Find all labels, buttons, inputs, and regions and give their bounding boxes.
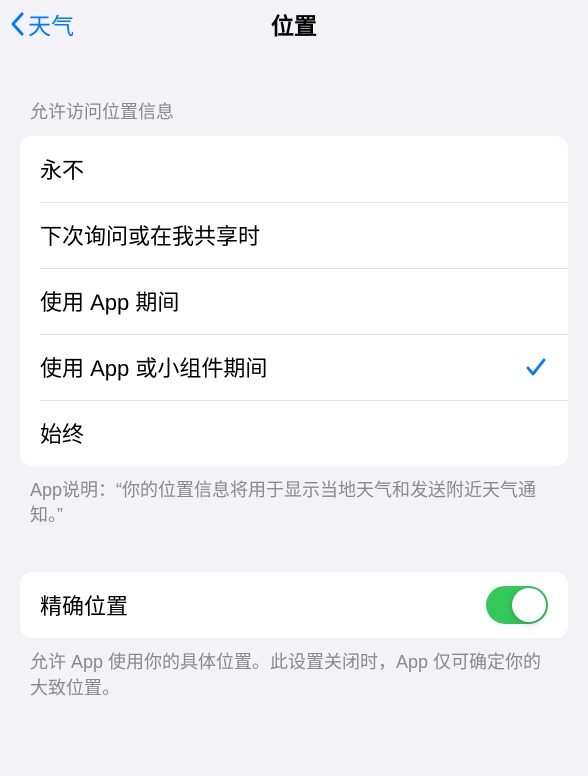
option-while-using-app[interactable]: 使用 App 期间 — [20, 268, 568, 334]
back-label: 天气 — [28, 7, 74, 41]
switch-knob — [512, 588, 546, 622]
precise-location-section: 精确位置 — [20, 572, 568, 638]
section-footer-precise-location: 允许 App 使用你的具体位置。此设置关闭时，App 仅可确定你的大致位置。 — [20, 638, 568, 700]
option-while-using-app-or-widgets[interactable]: 使用 App 或小组件期间 — [20, 334, 568, 400]
option-label: 使用 App 或小组件期间 — [40, 351, 267, 383]
option-label: 永不 — [40, 153, 84, 185]
option-never[interactable]: 永不 — [20, 136, 568, 202]
precise-location-row: 精确位置 — [20, 572, 568, 638]
option-ask-next-time[interactable]: 下次询问或在我共享时 — [20, 202, 568, 268]
option-label: 下次询问或在我共享时 — [40, 219, 260, 251]
option-always[interactable]: 始终 — [20, 400, 568, 466]
section-footer-app-description: App说明：“你的位置信息将用于显示当地天气和发送附近天气通知。” — [20, 466, 568, 528]
section-header-location-access: 允许访问位置信息 — [20, 48, 568, 136]
page-title: 位置 — [271, 7, 317, 41]
option-label: 始终 — [40, 417, 84, 449]
chevron-left-icon — [8, 10, 26, 38]
precise-location-toggle[interactable] — [486, 586, 548, 624]
option-label: 使用 App 期间 — [40, 285, 179, 317]
precise-location-label: 精确位置 — [40, 589, 128, 621]
back-button[interactable]: 天气 — [8, 7, 74, 41]
location-access-options: 永不 下次询问或在我共享时 使用 App 期间 使用 App 或小组件期间 始终 — [20, 136, 568, 466]
navigation-bar: 天气 位置 — [0, 0, 588, 48]
checkmark-icon — [524, 355, 548, 379]
